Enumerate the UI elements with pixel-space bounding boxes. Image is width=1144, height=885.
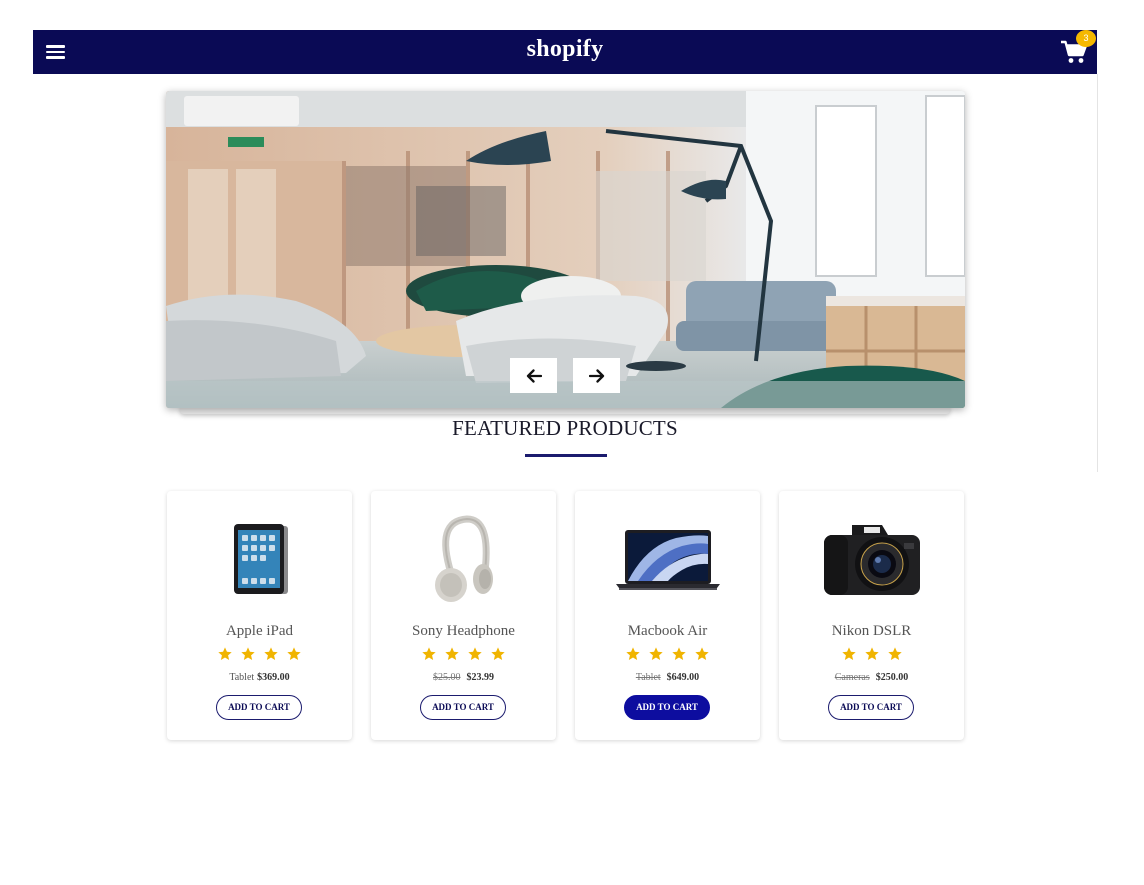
star-icon: [672, 647, 686, 660]
star-icon: [241, 647, 255, 660]
product-category: Cameras: [834, 672, 870, 683]
office-lounge-photo: [166, 91, 965, 408]
product-category: Tablet: [635, 672, 661, 683]
star-icon: [468, 647, 482, 660]
star-icon: [887, 647, 902, 660]
product-name[interactable]: Sony Headphone: [371, 623, 556, 640]
rating-stars: [167, 646, 352, 662]
product-card-nikon-dslr[interactable]: Nikon DSLR Cameras $250.00 ADD TO CART: [779, 491, 964, 740]
star-icon: [287, 647, 301, 660]
ipad-image: [233, 524, 288, 594]
rating-stars: [371, 646, 556, 662]
add-to-cart-button[interactable]: ADD TO CART: [624, 695, 710, 720]
camera-image: [823, 525, 920, 595]
product-name[interactable]: Nikon DSLR: [779, 623, 964, 640]
rating-stars: [575, 646, 760, 662]
product-card-apple-ipad[interactable]: Apple iPad Tablet $369.00 ADD TO CART: [167, 491, 352, 740]
add-to-cart-button[interactable]: ADD TO CART: [828, 695, 914, 720]
carousel-next-button[interactable]: [573, 358, 620, 393]
rating-stars: [779, 646, 964, 662]
page-edge-line: [1097, 74, 1098, 472]
product-category: Tablet: [229, 672, 255, 683]
star-icon: [649, 647, 663, 660]
top-navbar: shopify 3: [33, 30, 1097, 74]
star-icon: [218, 647, 232, 660]
star-icon: [445, 647, 459, 660]
arrow-left-icon: [526, 368, 542, 383]
price-row: Tablet $369.00: [167, 672, 352, 683]
add-to-cart-button[interactable]: ADD TO CART: [216, 695, 302, 720]
star-icon: [422, 647, 436, 660]
star-icon: [695, 647, 709, 660]
brand-logo: shopify: [33, 36, 1097, 63]
featured-products-title: FEATURED PRODUCTS: [452, 416, 678, 440]
product-price: $369.00: [257, 672, 290, 683]
product-name[interactable]: Macbook Air: [575, 623, 760, 640]
brand-name[interactable]: shopify: [527, 36, 604, 62]
price-row: Cameras $250.00: [779, 672, 964, 683]
add-to-cart-button[interactable]: ADD TO CART: [420, 695, 506, 720]
product-name[interactable]: Apple iPad: [167, 623, 352, 640]
price-row: Tablet $649.00: [575, 672, 760, 683]
star-icon: [626, 647, 640, 660]
product-card-sony-headphone[interactable]: Sony Headphone $25.00 $23.99 ADD TO CART: [371, 491, 556, 740]
product-price: $649.00: [666, 672, 700, 683]
star-icon: [864, 647, 879, 660]
cart-count-badge: 3: [1076, 30, 1096, 47]
star-icon: [491, 647, 505, 660]
title-underline: [525, 454, 607, 457]
arrow-right-icon: [588, 368, 604, 383]
macbook-image: [615, 530, 720, 590]
carousel-prev-button[interactable]: [510, 358, 557, 393]
old-price: $25.00: [433, 672, 461, 683]
hero-carousel: [166, 91, 965, 408]
price-row: $25.00 $23.99: [371, 672, 556, 683]
product-price: $23.99: [466, 672, 495, 683]
product-price: $250.00: [875, 672, 909, 683]
star-icon: [841, 647, 856, 660]
headphone-image: [434, 515, 493, 602]
product-card-macbook-air[interactable]: Macbook Air Tablet $649.00 ADD TO CART: [575, 491, 760, 740]
star-icon: [264, 647, 278, 660]
